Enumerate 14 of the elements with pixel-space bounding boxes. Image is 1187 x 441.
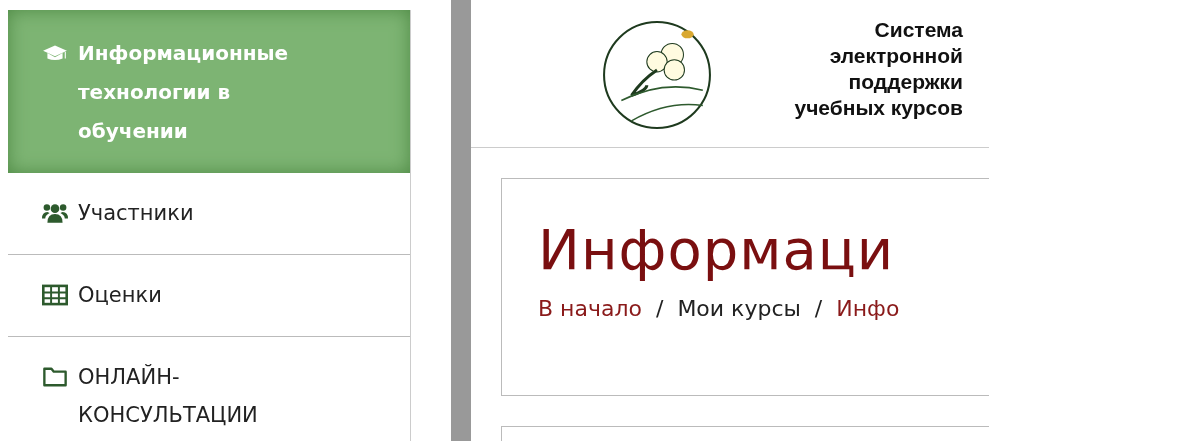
site-title: Система электронной поддержки учебных курсов — [793, 16, 963, 121]
table-icon — [42, 284, 68, 306]
sidebar-item[interactable]: Оценки — [8, 255, 410, 337]
flower-logo-icon — [601, 18, 713, 131]
breadcrumb-separator: / — [814, 296, 823, 321]
breadcrumb[interactable]: Мои курсы — [677, 296, 801, 321]
breadcrumb[interactable]: В начало — [538, 296, 642, 321]
sidebar-item[interactable]: ОНЛАЙН-КОНСУЛЬТАЦИИ — [8, 337, 410, 441]
sidebar-item[interactable]: Участники — [8, 173, 410, 255]
folder-icon — [42, 366, 68, 388]
users-icon — [42, 202, 68, 224]
breadcrumb[interactable]: Инфо — [836, 296, 900, 321]
breadcrumb-separator: / — [655, 296, 664, 321]
course-title: Информаци — [538, 217, 895, 282]
